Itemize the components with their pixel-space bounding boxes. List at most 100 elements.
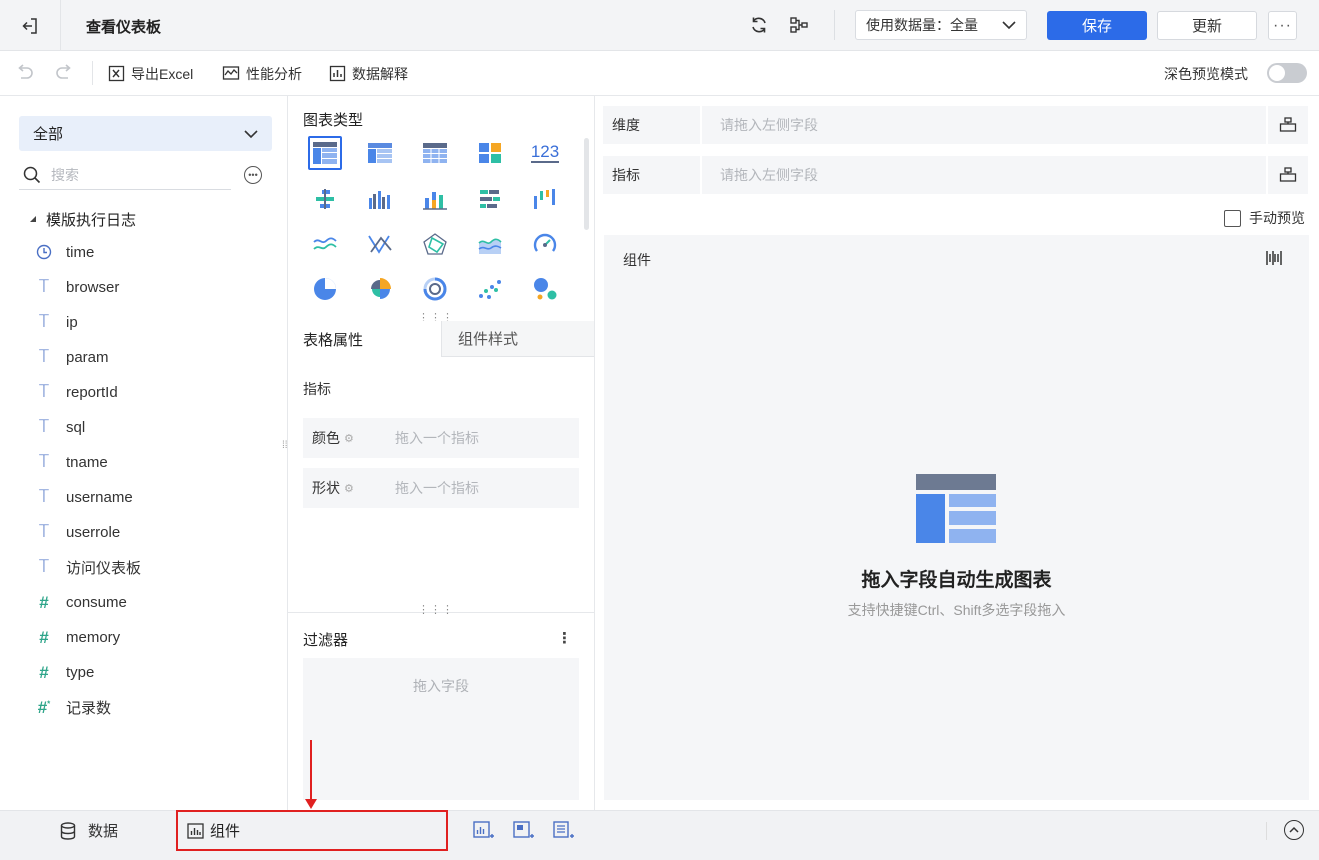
gear-icon[interactable]: ⚙	[344, 432, 354, 445]
field-label: param	[66, 348, 109, 366]
pie-icon[interactable]	[308, 272, 342, 306]
tab-table-properties[interactable]: 表格属性	[288, 321, 442, 357]
gear-icon[interactable]: ⚙	[344, 482, 354, 495]
area-icon[interactable]	[473, 227, 507, 261]
rose-pie-icon[interactable]	[363, 272, 397, 306]
data-volume-select[interactable]: 使用数据量：全量	[855, 10, 1027, 40]
chart-type-title: 图表类型	[303, 112, 364, 129]
parallel-icon[interactable]	[363, 227, 397, 261]
dimension-drop-zone[interactable]: 维度 请拖入左侧字段	[603, 106, 1308, 144]
text-icon: T	[38, 521, 50, 542]
metric-drop-zone[interactable]: 指标 请拖入左侧字段	[603, 156, 1308, 194]
color-label: 颜色	[312, 430, 340, 446]
tab-data[interactable]: 数据	[60, 820, 118, 841]
number-123-icon[interactable]: 123	[528, 136, 562, 170]
bar-h-icon[interactable]	[308, 182, 342, 216]
text-icon: T	[38, 416, 50, 437]
collapse-button[interactable]	[1284, 820, 1304, 840]
add-filter-component-button[interactable]	[513, 820, 535, 842]
donut-icon[interactable]	[418, 272, 452, 306]
field-item[interactable]: TreportId	[36, 380, 118, 404]
field-item[interactable]: # consume	[36, 590, 127, 614]
relation-button[interactable]	[787, 13, 811, 37]
manual-preview-checkbox[interactable]: 手动预览	[1224, 208, 1305, 228]
field-item[interactable]: # memory	[36, 625, 120, 649]
tab-component[interactable]: 组件	[176, 810, 448, 851]
kpi-card-icon[interactable]	[473, 136, 507, 170]
color-drop-zone[interactable]: 颜色 ⚙ 拖入一个指标	[303, 418, 579, 458]
add-component-button[interactable]	[473, 820, 495, 842]
field-item[interactable]: Tusername	[36, 485, 133, 509]
field-item[interactable]: time	[36, 240, 94, 264]
tab-data-label: 数据	[88, 823, 119, 840]
exit-button[interactable]	[0, 0, 61, 51]
field-item[interactable]: Tip	[36, 310, 78, 334]
bar-group-icon[interactable]	[363, 182, 397, 216]
scrollbar[interactable]	[584, 138, 589, 230]
shape-drop-zone[interactable]: 形状 ⚙ 拖入一个指标	[303, 468, 579, 508]
time-icon	[36, 244, 52, 260]
field-label: reportId	[66, 383, 118, 401]
detail-table-icon[interactable]	[363, 136, 397, 170]
performance-analysis-button[interactable]: 性能分析	[222, 51, 302, 96]
dark-mode-label: 深色预览模式	[1164, 66, 1248, 82]
number-icon: #	[39, 627, 49, 647]
field-item[interactable]: Tbrowser	[36, 275, 120, 299]
checkbox-box[interactable]	[1224, 209, 1241, 227]
field-item[interactable]: T 访问仪表板	[36, 555, 141, 579]
field-item[interactable]: Ttname	[36, 450, 108, 474]
more-options-button[interactable]: ···	[1268, 11, 1297, 40]
relation-icon	[790, 17, 808, 33]
dimension-sort-button[interactable]	[1266, 106, 1308, 144]
refresh-button[interactable]	[747, 13, 771, 37]
line-icon[interactable]	[308, 227, 342, 261]
text-icon: T	[38, 556, 50, 577]
number-icon: #	[39, 592, 49, 612]
dimension-label: 维度	[603, 106, 702, 144]
redo-button[interactable]	[54, 63, 74, 84]
dark-mode-toggle[interactable]	[1267, 63, 1307, 83]
cross-table-icon[interactable]	[418, 136, 452, 170]
field-item[interactable]: Tparam	[36, 345, 109, 369]
radar-icon[interactable]	[418, 227, 452, 261]
more-circle-icon[interactable]: •••	[244, 166, 262, 184]
field-search-input[interactable]: 搜索	[19, 161, 231, 190]
field-item[interactable]: Tsql	[36, 415, 85, 439]
bar-h-stack-icon[interactable]	[473, 182, 507, 216]
search-placeholder: 搜索	[51, 167, 79, 183]
export-excel-button[interactable]: 导出Excel	[108, 51, 193, 96]
bar-stack-icon[interactable]	[418, 182, 452, 216]
tree-root-label: 模版执行日志	[46, 212, 137, 229]
filter-drop-zone[interactable]: 拖入字段	[303, 658, 579, 800]
scatter-icon[interactable]	[473, 272, 507, 306]
field-label: 记录数	[66, 699, 112, 717]
undo-button[interactable]	[15, 63, 35, 84]
tab-component-style[interactable]: 组件样式	[441, 321, 594, 357]
toggle-knob	[1269, 65, 1285, 81]
page-title: 查看仪表板	[86, 19, 162, 36]
update-button[interactable]: 更新	[1157, 11, 1257, 40]
metric-sort-button[interactable]	[1266, 156, 1308, 194]
data-explain-button[interactable]: 数据解释	[329, 51, 408, 96]
gauge-icon[interactable]	[528, 227, 562, 261]
field-item[interactable]: # type	[36, 660, 94, 684]
number-calc-icon: #*	[37, 697, 51, 717]
field-item[interactable]: #* 记录数	[36, 695, 111, 719]
filter-title: 过滤器	[303, 632, 349, 649]
shape-label: 形状	[312, 480, 340, 496]
tree-root-folder[interactable]: 模版执行日志	[30, 209, 136, 230]
data-explain-label: 数据解释	[352, 65, 408, 82]
field-label: userrole	[66, 523, 121, 541]
panel-resize-handle[interactable]: ⋮⋮⋮	[418, 605, 453, 616]
dataset-select[interactable]: 全部	[19, 116, 272, 151]
more-vertical-icon[interactable]: ⋮	[557, 629, 572, 647]
chevron-up-icon	[1289, 826, 1299, 833]
field-item[interactable]: Tuserrole	[36, 520, 120, 544]
chart-settings-button[interactable]	[1265, 249, 1283, 270]
dimension-placeholder: 请拖入左侧字段	[720, 117, 818, 133]
waterfall-icon[interactable]	[528, 182, 562, 216]
add-report-component-button[interactable]	[553, 820, 575, 842]
grouped-table-icon[interactable]	[308, 136, 342, 170]
bubble-icon[interactable]	[528, 272, 562, 306]
save-button[interactable]: 保存	[1047, 11, 1147, 40]
